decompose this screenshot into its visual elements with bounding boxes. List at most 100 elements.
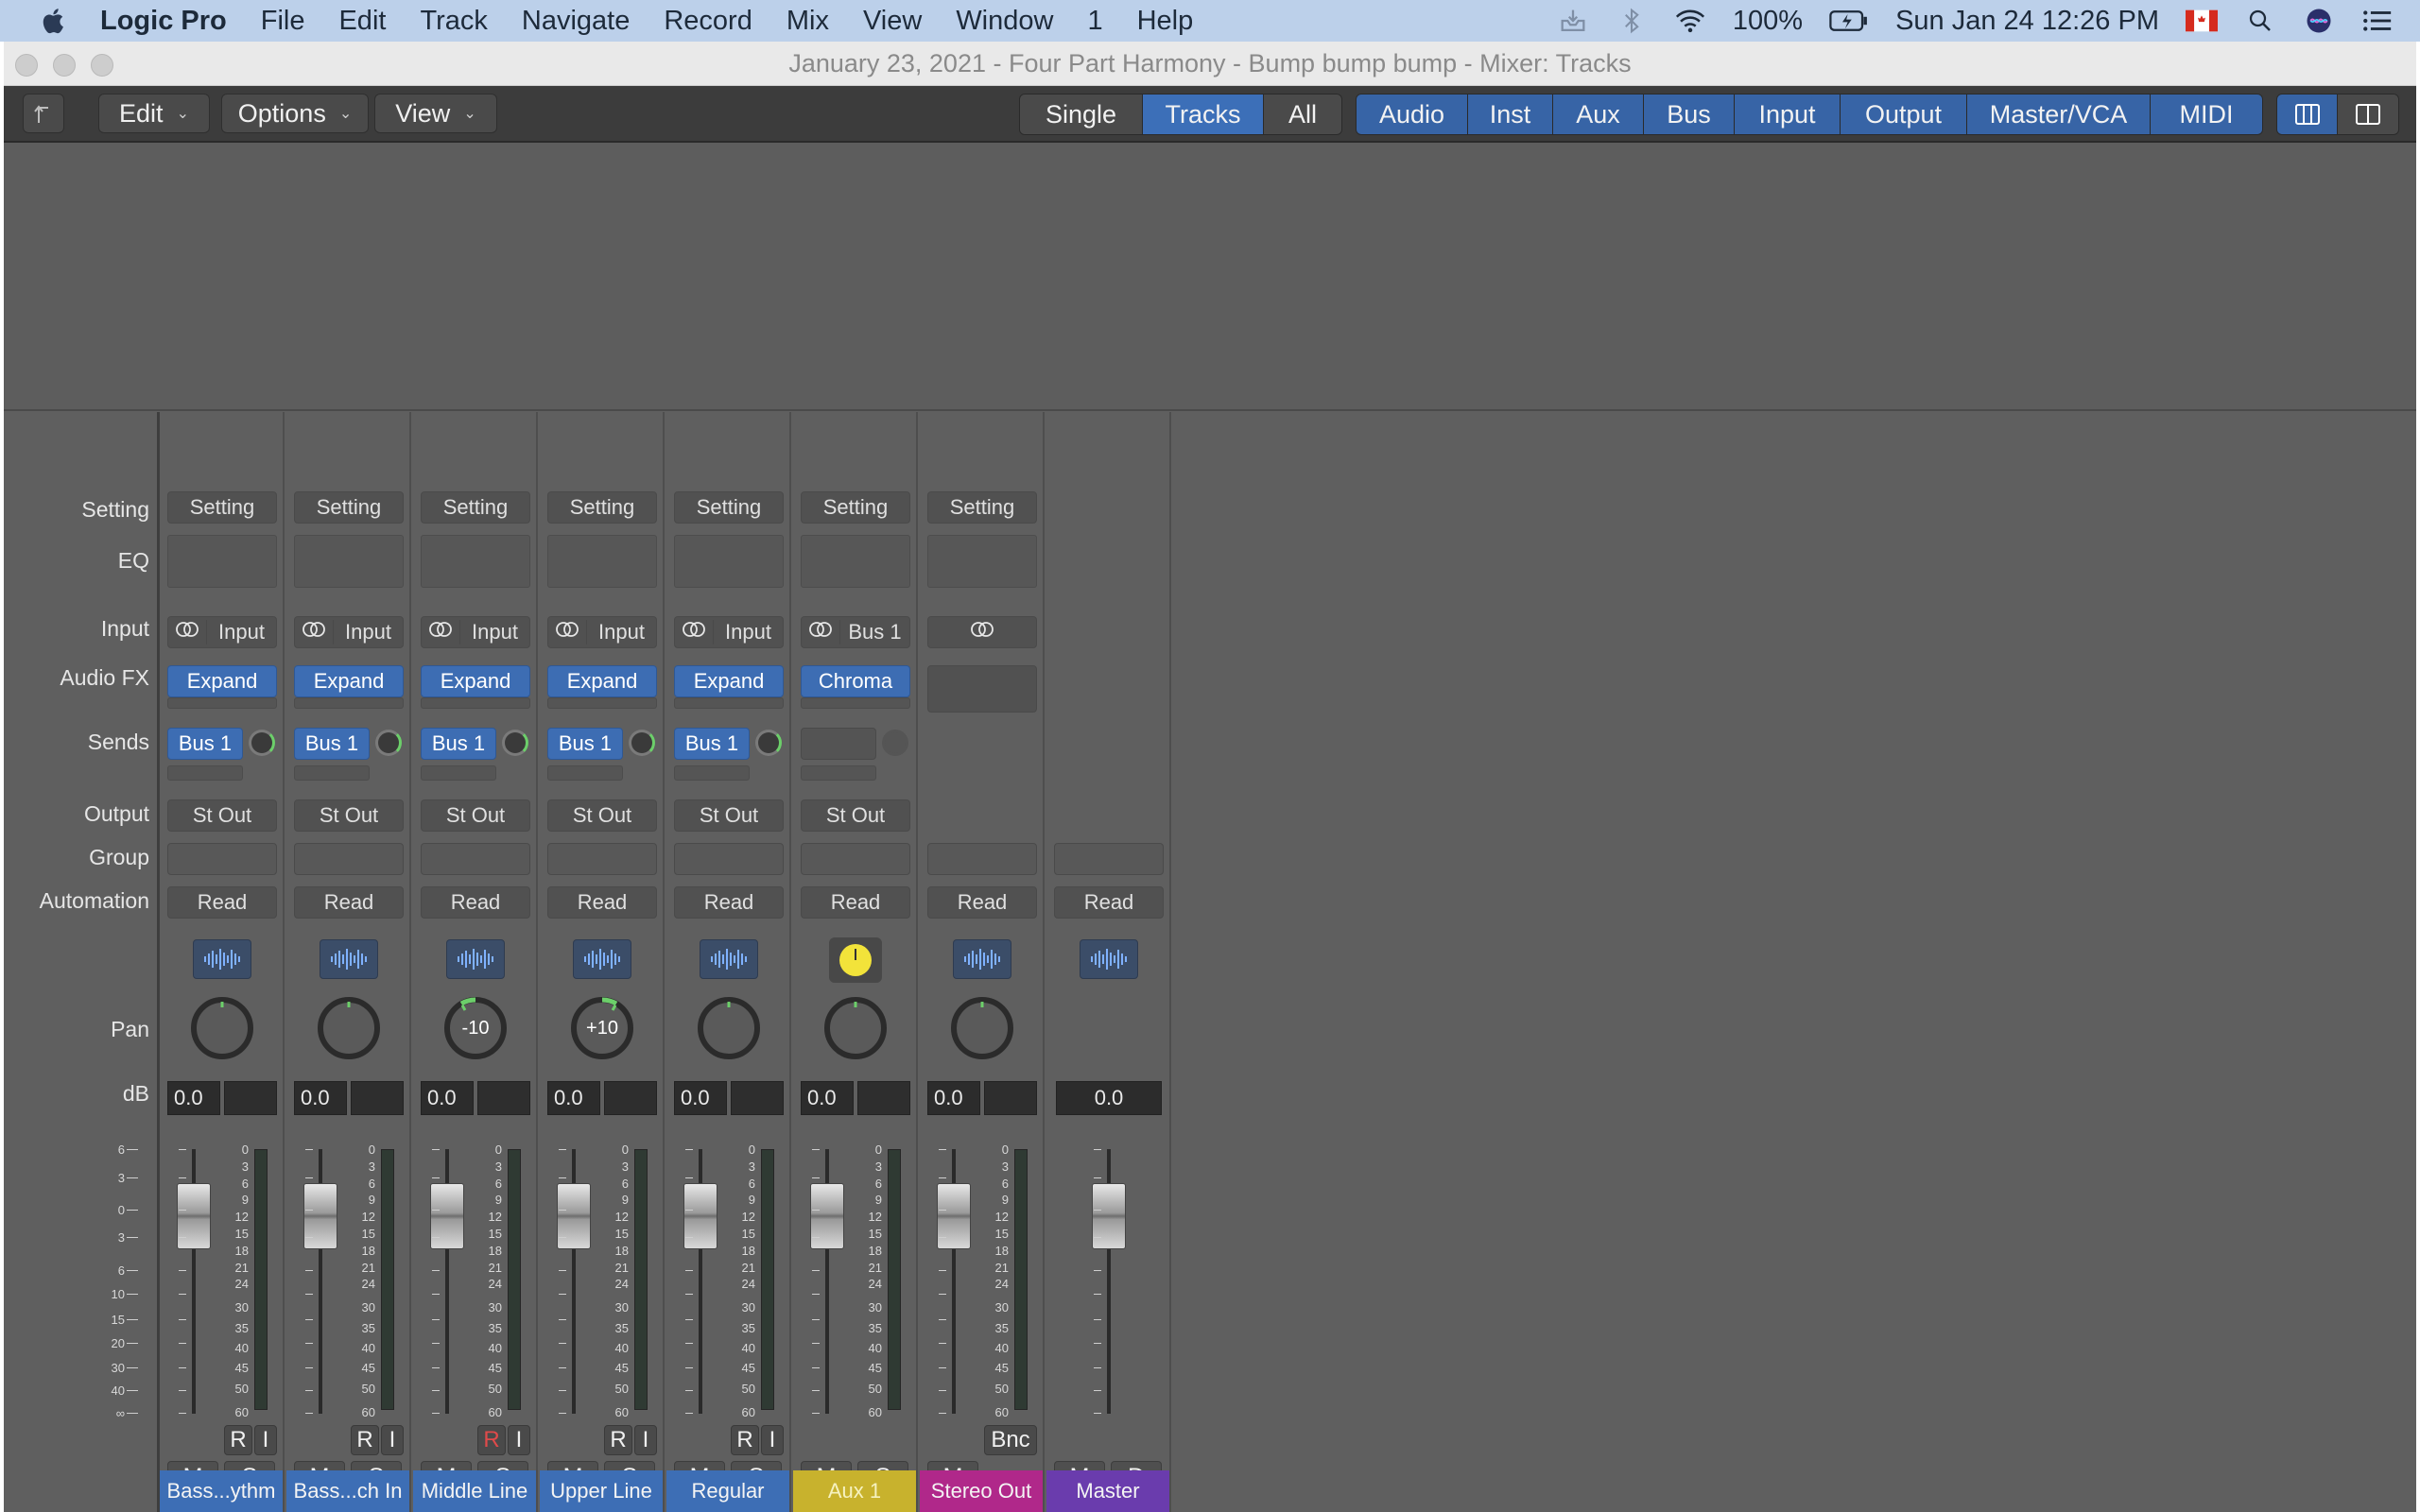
pan-knob[interactable] (315, 994, 383, 1062)
send-level-knob[interactable] (882, 730, 908, 756)
aux-track-icon[interactable] (829, 937, 882, 983)
filter-bus[interactable]: Bus (1644, 94, 1735, 134)
automation-mode-button[interactable]: Read (674, 886, 784, 919)
send-bus-button[interactable]: Bus 1 (167, 728, 243, 760)
menu-edit[interactable]: Edit (338, 6, 386, 37)
view-menu-button[interactable]: View ⌄ (374, 94, 497, 133)
view-mode-tracks[interactable]: Tracks (1143, 94, 1264, 134)
input-slot[interactable]: Input (421, 616, 530, 648)
group-slot[interactable] (294, 843, 404, 875)
peak-level-readout[interactable] (477, 1081, 530, 1115)
input-monitoring-button[interactable]: I (254, 1425, 277, 1455)
peak-level-readout[interactable] (731, 1081, 784, 1115)
volume-db-readout[interactable]: 0.0 (927, 1081, 980, 1115)
app-menu-logic-pro[interactable]: Logic Pro (100, 6, 227, 37)
filter-midi[interactable]: MIDI (2151, 94, 2262, 134)
canada-flag-icon[interactable] (2186, 7, 2218, 35)
view-mode-all[interactable]: All (1264, 94, 1341, 134)
stereo-link-icon[interactable] (295, 621, 333, 644)
audio-fx-empty-slot[interactable] (674, 697, 784, 709)
input-slot[interactable]: Bus 1 (801, 616, 910, 648)
peak-level-readout[interactable] (351, 1081, 404, 1115)
automation-mode-button[interactable]: Read (421, 886, 530, 919)
battery-charging-icon[interactable] (1829, 7, 1869, 35)
stereo-link-icon[interactable] (168, 621, 206, 644)
filter-aux[interactable]: Aux (1553, 94, 1644, 134)
eq-thumbnail[interactable] (167, 535, 277, 588)
track-name-label[interactable]: Stereo Out (920, 1470, 1043, 1512)
group-slot[interactable] (927, 843, 1037, 875)
input-slot[interactable]: Input (674, 616, 784, 648)
volume-db-readout[interactable]: 0.0 (547, 1081, 600, 1115)
audio-fx-empty-slot[interactable] (547, 697, 657, 709)
close-window-button[interactable] (15, 54, 38, 77)
waveform-track-icon[interactable] (573, 939, 631, 979)
peak-level-readout[interactable] (984, 1081, 1037, 1115)
waveform-track-icon[interactable] (700, 939, 758, 979)
automation-mode-button[interactable]: Read (547, 886, 657, 919)
automation-mode-button[interactable]: Read (801, 886, 910, 919)
audio-fx-empty-slot[interactable] (167, 697, 277, 709)
track-name-label[interactable]: Aux 1 (793, 1470, 916, 1512)
download-tray-icon[interactable] (1557, 7, 1589, 35)
siri-icon[interactable] (2303, 7, 2335, 35)
track-name-label[interactable]: Bass...ch In (286, 1470, 409, 1512)
volume-db-readout[interactable]: 0.0 (674, 1081, 727, 1115)
menu-view[interactable]: View (863, 6, 922, 37)
send-empty-slot[interactable] (294, 765, 370, 781)
track-name-label[interactable]: Master (1046, 1470, 1169, 1512)
menu-track[interactable]: Track (420, 6, 487, 37)
send-level-knob[interactable] (375, 730, 402, 756)
menubar-clock[interactable]: Sun Jan 24 12:26 PM (1895, 6, 2159, 37)
group-slot[interactable] (421, 843, 530, 875)
bluetooth-icon[interactable] (1616, 7, 1648, 35)
stereo-link-icon[interactable] (548, 621, 586, 644)
setting-button[interactable]: Setting (167, 491, 277, 524)
audio-fx-plugin-slot[interactable]: Expand (421, 665, 530, 697)
setting-button[interactable]: Setting (674, 491, 784, 524)
input-monitoring-button[interactable]: I (634, 1425, 657, 1455)
send-bus-button[interactable]: Bus 1 (547, 728, 623, 760)
send-empty-slot[interactable] (167, 765, 243, 781)
output-button[interactable]: St Out (801, 799, 910, 832)
automation-mode-button[interactable]: Read (927, 886, 1037, 919)
audio-fx-plugin-slot[interactable]: Chroma (801, 665, 910, 697)
input-slot[interactable]: Input (547, 616, 657, 648)
peak-level-readout[interactable] (224, 1081, 277, 1115)
automation-mode-button[interactable]: Read (167, 886, 277, 919)
peak-level-readout[interactable] (857, 1081, 910, 1115)
audio-fx-plugin-slot[interactable]: Expand (294, 665, 404, 697)
send-empty-slot[interactable] (801, 765, 876, 781)
waveform-track-icon[interactable] (1080, 939, 1138, 979)
setting-button[interactable]: Setting (294, 491, 404, 524)
send-bus-button[interactable] (801, 728, 876, 760)
record-enable-button[interactable]: R (731, 1425, 759, 1455)
filter-input[interactable]: Input (1735, 94, 1841, 134)
menu-1[interactable]: 1 (1087, 6, 1102, 37)
output-button[interactable]: St Out (167, 799, 277, 832)
eq-thumbnail[interactable] (801, 535, 910, 588)
send-level-knob[interactable] (755, 730, 782, 756)
eq-thumbnail[interactable] (674, 535, 784, 588)
record-enable-button[interactable]: R (224, 1425, 252, 1455)
send-bus-button[interactable]: Bus 1 (421, 728, 496, 760)
eq-thumbnail[interactable] (927, 535, 1037, 588)
audio-fx-empty-slot[interactable] (421, 697, 530, 709)
volume-db-readout[interactable]: 0.0 (294, 1081, 347, 1115)
menu-help[interactable]: Help (1137, 6, 1194, 37)
setting-button[interactable]: Setting (547, 491, 657, 524)
filter-audio[interactable]: Audio (1357, 94, 1468, 134)
input-slot[interactable] (927, 616, 1037, 648)
group-slot[interactable] (167, 843, 277, 875)
send-level-knob[interactable] (629, 730, 655, 756)
output-button[interactable]: St Out (674, 799, 784, 832)
pan-knob[interactable]: -10 (441, 994, 510, 1062)
input-monitoring-button[interactable]: I (761, 1425, 784, 1455)
spotlight-search-icon[interactable] (2244, 7, 2276, 35)
volume-db-readout[interactable]: 0.0 (421, 1081, 474, 1115)
minimize-window-button[interactable] (53, 54, 76, 77)
pan-knob[interactable] (821, 994, 890, 1062)
setting-button[interactable]: Setting (421, 491, 530, 524)
record-enable-button[interactable]: R (477, 1425, 506, 1455)
filter-inst[interactable]: Inst (1468, 94, 1553, 134)
